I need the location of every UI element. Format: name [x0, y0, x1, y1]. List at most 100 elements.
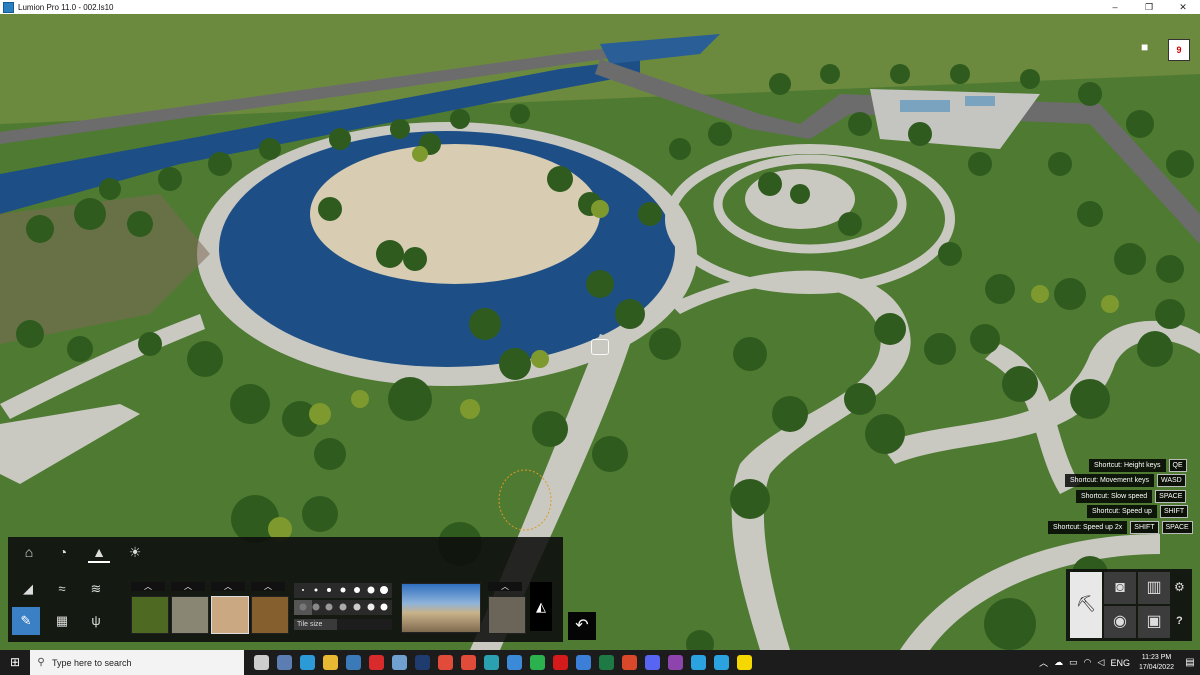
whatsapp-glyph	[530, 655, 545, 670]
build-mode-icon[interactable]: ⛏	[1070, 572, 1102, 638]
taskbar-apps	[250, 650, 756, 675]
material-5-expand[interactable]: ︿	[488, 582, 522, 591]
chevron-up-icon[interactable]: ︿	[1039, 656, 1048, 669]
clock[interactable]: 11:23 PM 17/04/2022	[1139, 653, 1174, 673]
minimize-button[interactable]: –	[1098, 0, 1132, 14]
chrome-glyph	[438, 655, 453, 670]
save-icon[interactable]: ▣	[1138, 606, 1170, 638]
shortcut-slow-speed: Shortcut: Slow speed SPACE	[1076, 490, 1187, 503]
settings-icon[interactable]: ⚙	[1174, 580, 1185, 594]
gravel-material-swatch[interactable]	[171, 596, 209, 634]
wifi-icon[interactable]: ◠	[1084, 657, 1092, 668]
lumion-icon[interactable]	[388, 650, 411, 675]
podcast-icon[interactable]	[664, 650, 687, 675]
landscape-icon[interactable]: ▲	[88, 543, 110, 563]
display-icon[interactable]: ▭	[1069, 657, 1078, 668]
panorama-icon[interactable]: ◉	[1104, 606, 1136, 638]
paint-icon[interactable]: ◔	[52, 543, 74, 561]
photoshop-icon[interactable]	[411, 650, 434, 675]
telegram-glyph	[691, 655, 706, 670]
ocean-icon[interactable]: ≋	[82, 575, 110, 603]
import-icon[interactable]: ▦	[48, 607, 76, 635]
edge-glyph	[300, 655, 315, 670]
volume-icon[interactable]: ◁	[1098, 657, 1105, 668]
grass-icon[interactable]: ψ	[82, 607, 110, 635]
acrobat-icon[interactable]	[365, 650, 388, 675]
material-3-expand[interactable]: ︿	[211, 582, 245, 591]
chrome-2-icon[interactable]	[457, 650, 480, 675]
discord-icon[interactable]	[641, 650, 664, 675]
video-camera-icon[interactable]: ■	[1141, 41, 1157, 53]
home-icon[interactable]: ⌂	[18, 543, 40, 561]
water-icon[interactable]: ≈	[48, 575, 76, 603]
sun-badge[interactable]: 9	[1168, 39, 1190, 61]
shortcut-speed-up: Shortcut: Speed up SHIFT	[1087, 505, 1189, 518]
telegram-2-icon[interactable]	[710, 650, 733, 675]
taskbar-search-box[interactable]: ⚲ Type here to search	[30, 650, 244, 675]
file-explorer-glyph	[323, 655, 338, 670]
landscape-preview-image[interactable]	[401, 583, 481, 633]
weather-icon[interactable]: ☀	[124, 543, 146, 561]
paint-brush-icon[interactable]: ✎	[12, 607, 40, 635]
whatsapp-icon[interactable]	[526, 650, 549, 675]
sticky-notes-glyph	[737, 655, 752, 670]
terrain-type-icon[interactable]: ◭	[530, 582, 552, 631]
cloud-icon[interactable]: ☁	[1054, 657, 1063, 668]
language-indicator[interactable]: ENG	[1110, 658, 1130, 668]
brush-size-selector[interactable]	[294, 583, 392, 615]
file-explorer-icon[interactable]	[319, 650, 342, 675]
tile-size-slider[interactable]: Tile size	[294, 619, 392, 630]
clock-time: 11:23 PM	[1141, 653, 1172, 661]
shortcut-height-keys: Shortcut: Height keys QE	[1089, 459, 1187, 472]
tile-size-label: Tile size	[297, 621, 323, 628]
app-teal-icon[interactable]	[480, 650, 503, 675]
maximize-button[interactable]: ❐	[1132, 0, 1166, 14]
shortcut-movement-keys: Shortcut: Movement keys WASD	[1065, 474, 1186, 487]
opera-icon[interactable]	[549, 650, 572, 675]
todo-icon[interactable]	[572, 650, 595, 675]
grass-material-swatch[interactable]	[131, 596, 169, 634]
shortcut-speed-up-2x: Shortcut: Speed up 2x SHIFT SPACE	[1048, 521, 1193, 534]
search-icon: ⚲	[37, 657, 45, 668]
telegram-icon[interactable]	[687, 650, 710, 675]
todo-glyph	[576, 655, 591, 670]
sand-material-swatch[interactable]	[211, 596, 249, 634]
excel-glyph	[599, 655, 614, 670]
soil-material-swatch[interactable]	[251, 596, 289, 634]
grammarly-icon[interactable]	[618, 650, 641, 675]
task-view-glyph	[254, 655, 269, 670]
close-button[interactable]: ✕	[1166, 0, 1200, 14]
chrome-icon[interactable]	[434, 650, 457, 675]
photo-icon[interactable]: ◙	[1104, 572, 1136, 604]
chrome-2-glyph	[461, 655, 476, 670]
sketchup-icon[interactable]	[342, 650, 365, 675]
telegram-2-glyph	[714, 655, 729, 670]
app-teal-glyph	[484, 655, 499, 670]
sketchup-glyph	[346, 655, 361, 670]
lumion-glyph	[392, 655, 407, 670]
undo-icon[interactable]: ↶	[568, 612, 596, 640]
opera-glyph	[553, 655, 568, 670]
windows-start-icon[interactable]: ⊞	[0, 650, 30, 675]
rock-material-swatch[interactable]	[488, 596, 526, 634]
calculator-icon[interactable]	[273, 650, 296, 675]
movie-icon[interactable]: ▥	[1138, 572, 1170, 604]
excel-icon[interactable]	[595, 650, 618, 675]
material-2-expand[interactable]: ︿	[171, 582, 205, 591]
notification-icon[interactable]: ▤	[1180, 657, 1200, 668]
window-title: Lumion Pro 11.0 - 002.ls10	[18, 2, 114, 12]
task-view-icon[interactable]	[250, 650, 273, 675]
height-icon[interactable]: ◢	[14, 575, 42, 603]
podcast-glyph	[668, 655, 683, 670]
material-4-expand[interactable]: ︿	[251, 582, 285, 591]
system-tray: ︿ ☁ ▭ ◠ ◁ ENG 11:23 PM 17/04/2022 ▤	[1036, 650, 1200, 675]
help-icon[interactable]: ?	[1176, 615, 1183, 627]
app-blue-glyph	[507, 655, 522, 670]
app-blue-icon[interactable]	[503, 650, 526, 675]
discord-glyph	[645, 655, 660, 670]
sticky-notes-icon[interactable]	[733, 650, 756, 675]
title-bar: Lumion Pro 11.0 - 002.ls10 – ❐ ✕	[0, 0, 1200, 14]
material-1-expand[interactable]: ︿	[131, 582, 165, 591]
edge-icon[interactable]	[296, 650, 319, 675]
tile-size-track	[337, 619, 392, 630]
